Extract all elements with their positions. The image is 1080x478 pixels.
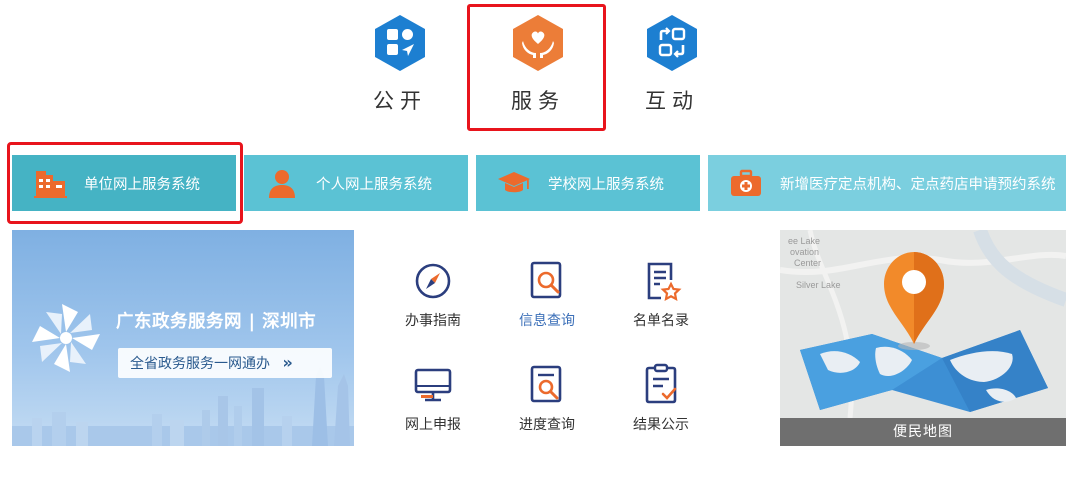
map-illustration: ee Lake ovation Center Silver Lake	[780, 230, 1066, 418]
map-label-center: Center	[794, 258, 821, 268]
progress-query-item[interactable]: 进度查询	[502, 362, 592, 434]
person-icon	[262, 166, 302, 200]
compass-icon	[415, 263, 451, 299]
map-label-ovation: ovation	[790, 247, 819, 257]
tab-interact-label: 互动	[645, 89, 699, 113]
hands-heart-icon	[513, 15, 563, 71]
service-guide-item[interactable]: 办事指南	[388, 258, 478, 330]
tab-service-label: 服务	[511, 89, 565, 113]
banner-subtitle: 全省政务服务一网通办	[130, 356, 270, 372]
tab-open-label: 公开	[373, 89, 427, 113]
double-chevron-right-icon: »	[282, 353, 293, 372]
medical-appointment-system-button[interactable]: 新增医疗定点机构、定点药店申请预约系统	[708, 155, 1066, 211]
school-service-system-button[interactable]: 学校网上服务系统	[476, 155, 700, 211]
banner-title: 广东政务服务网 | 深圳市	[116, 312, 317, 332]
result-publicity-item[interactable]: 结果公示	[616, 362, 706, 434]
graduation-cap-icon	[494, 166, 534, 200]
online-declaration-item[interactable]: 网上申报	[388, 362, 478, 434]
unit-service-system-button[interactable]: 单位网上服务系统	[12, 155, 236, 211]
tab-service[interactable]: 服务	[468, 0, 608, 130]
star-list-icon	[647, 262, 682, 302]
apps-icon	[375, 15, 425, 71]
interaction-icon	[647, 15, 697, 71]
school-service-system-label: 学校网上服务系统	[548, 176, 664, 193]
convenience-map-label: 便民地图	[780, 418, 1066, 446]
search-document-icon	[530, 261, 562, 299]
result-publicity-label: 结果公示	[633, 417, 689, 433]
info-query-label: 信息查询	[519, 313, 575, 329]
gd-gov-logo	[32, 304, 100, 372]
map-label-silver-lake: Silver Lake	[796, 280, 841, 290]
checklist-icon	[645, 363, 677, 404]
tab-interact[interactable]: 互动	[602, 0, 742, 130]
progress-query-label: 进度查询	[519, 417, 575, 433]
map-label-lake: ee Lake	[788, 236, 820, 246]
personal-service-system-label: 个人网上服务系统	[316, 176, 432, 193]
unit-service-system-label: 单位网上服务系统	[84, 176, 200, 193]
roster-list-label: 名单名录	[633, 313, 689, 329]
roster-list-item[interactable]: 名单名录	[616, 258, 706, 330]
info-query-item[interactable]: 信息查询	[502, 258, 592, 330]
medical-appointment-system-label: 新增医疗定点机构、定点药店申请预约系统	[780, 176, 1056, 193]
medical-kit-icon	[726, 166, 766, 200]
convenience-map-card[interactable]: ee Lake ovation Center Silver Lake 便民地图	[780, 230, 1066, 446]
building-icon	[30, 166, 70, 200]
online-declaration-label: 网上申报	[405, 417, 461, 433]
service-guide-label: 办事指南	[405, 313, 461, 329]
monitor-icon	[414, 368, 452, 402]
tab-open[interactable]: 公开	[330, 0, 470, 130]
progress-search-icon	[530, 365, 562, 403]
personal-service-system-button[interactable]: 个人网上服务系统	[244, 155, 468, 211]
banner-subtitle-button[interactable]: 全省政务服务一网通办 »	[118, 348, 332, 378]
gd-gov-service-banner[interactable]: 广东政务服务网 | 深圳市 全省政务服务一网通办 »	[12, 230, 354, 446]
